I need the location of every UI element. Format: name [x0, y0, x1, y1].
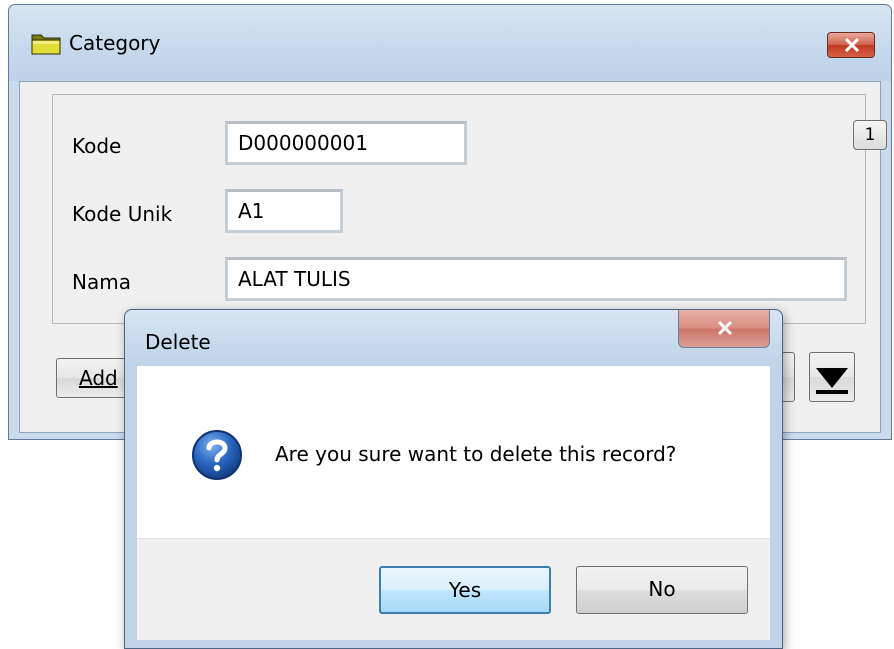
category-title-bar[interactable]: Category	[9, 5, 891, 81]
close-icon	[717, 320, 733, 336]
delete-dialog-button-bar: Yes No	[137, 538, 770, 640]
kode-unik-label: Kode Unik	[72, 202, 173, 226]
category-close-button[interactable]	[827, 32, 875, 58]
nama-field[interactable]: ALAT TULIS	[225, 257, 847, 301]
last-record-button[interactable]	[809, 352, 855, 402]
category-window-title: Category	[69, 31, 161, 55]
question-icon	[191, 429, 243, 481]
delete-dialog-body: Are you sure want to delete this record?	[137, 366, 770, 538]
nama-label: Nama	[72, 270, 131, 294]
kode-field[interactable]: D000000001	[225, 121, 467, 165]
category-fields-group: 1 Kode D000000001 Kode Unik A1 Nama ALAT…	[52, 94, 887, 324]
delete-dialog-title: Delete	[145, 330, 211, 354]
delete-confirmation-message: Are you sure want to delete this record?	[275, 442, 677, 466]
yes-button[interactable]: Yes	[379, 566, 551, 614]
last-record-icon	[816, 368, 848, 394]
add-button-label: Add	[79, 366, 118, 390]
close-icon	[844, 38, 860, 52]
kode-label: Kode	[72, 134, 122, 158]
kode-unik-field[interactable]: A1	[225, 189, 343, 233]
no-button[interactable]: No	[576, 566, 748, 614]
record-number-badge: 1	[853, 120, 887, 150]
folder-icon	[31, 31, 61, 55]
delete-dialog-close-button[interactable]	[678, 310, 770, 348]
delete-dialog: Delete Are you sure want to delete this …	[124, 309, 783, 649]
delete-dialog-title-bar[interactable]: Delete	[125, 310, 782, 366]
